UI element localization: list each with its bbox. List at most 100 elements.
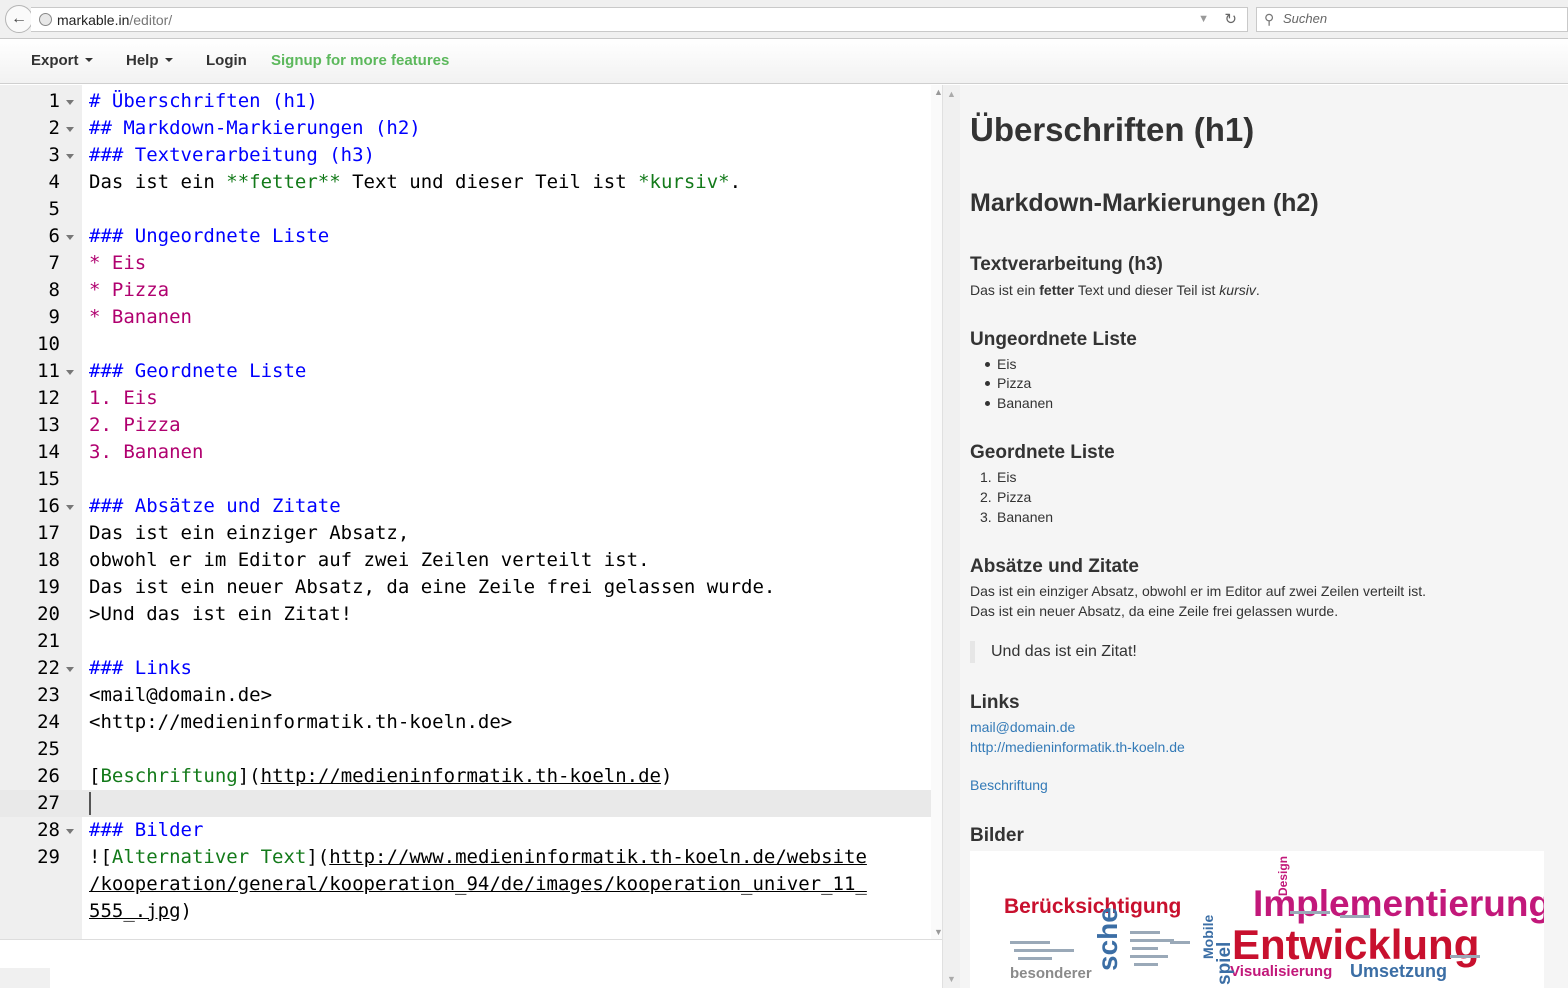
line-number: 22: [37, 657, 60, 679]
list-text: Eis: [997, 469, 1017, 485]
editor-line[interactable]: 27: [0, 790, 931, 817]
line-number: 20: [37, 603, 60, 625]
editor-line[interactable]: 19 Das ist ein neuer Absatz, da eine Zeil…: [0, 574, 931, 601]
fold-arrow-icon[interactable]: [66, 154, 74, 159]
editor-line[interactable]: 6 ### Ungeordnete Liste: [0, 223, 931, 250]
fold-arrow-icon[interactable]: [66, 505, 74, 510]
editor-line[interactable]: 25: [0, 736, 931, 763]
editor-line[interactable]: 23 <mail@domain.de>: [0, 682, 931, 709]
editor-line[interactable]: 11 ### Geordnete Liste: [0, 358, 931, 385]
code-token: ### Textverarbeitung (h3): [89, 144, 375, 166]
line-code[interactable]: 1. Eis: [89, 385, 158, 412]
editor-line[interactable]: /kooperation/general/kooperation_94/de/i…: [0, 871, 931, 898]
line-code[interactable]: 2. Pizza: [89, 412, 181, 439]
line-code[interactable]: Das ist ein einziger Absatz,: [89, 520, 409, 547]
line-code[interactable]: ![Alternativer Text](http://www.medienin…: [89, 844, 867, 871]
line-number: 23: [37, 684, 60, 706]
scroll-up-icon[interactable]: ▲: [947, 89, 956, 99]
line-code[interactable]: ### Geordnete Liste: [89, 358, 306, 385]
line-number: 3: [48, 144, 60, 166]
editor-line[interactable]: 22 ### Links: [0, 655, 931, 682]
preview-h3-absaetze: Absätze und Zitate: [970, 556, 1139, 577]
code-token: [: [89, 765, 101, 787]
code-token: Alternativer Text: [111, 846, 307, 868]
line-code[interactable]: ### Bilder: [89, 817, 203, 844]
line-code[interactable]: * Pizza: [89, 277, 169, 304]
horizontal-scrollbar[interactable]: [0, 968, 50, 988]
editor-line[interactable]: 28 ### Bilder: [0, 817, 931, 844]
editor-line[interactable]: 29 ![Alternativer Text](http://www.medien…: [0, 844, 931, 871]
export-menu[interactable]: Export: [31, 52, 93, 69]
line-code[interactable]: [Beschriftung](http://medieninformatik.t…: [89, 763, 672, 790]
help-menu[interactable]: Help: [126, 52, 173, 69]
line-code[interactable]: ### Ungeordnete Liste: [89, 223, 329, 250]
url-text[interactable]: markable.in/editor/: [57, 12, 172, 28]
editor-line[interactable]: 9 * Bananen: [0, 304, 931, 331]
editor-line[interactable]: 15: [0, 466, 931, 493]
fold-arrow-icon[interactable]: [66, 100, 74, 105]
line-code[interactable]: Das ist ein neuer Absatz, da eine Zeile …: [89, 574, 775, 601]
chevron-down-icon: [164, 58, 173, 63]
editor-line[interactable]: 3 ### Textverarbeitung (h3): [0, 142, 931, 169]
line-code[interactable]: * Eis: [89, 250, 146, 277]
fold-arrow-icon[interactable]: [66, 667, 74, 672]
editor-line[interactable]: 16 ### Absätze und Zitate: [0, 493, 931, 520]
signup-link[interactable]: Signup for more features: [271, 52, 449, 69]
editor-line[interactable]: 26 [Beschriftung](http://medieninformatik…: [0, 763, 931, 790]
line-code[interactable]: ### Links: [89, 655, 192, 682]
line-code[interactable]: * Bananen: [89, 304, 192, 331]
link-beschriftung[interactable]: Beschriftung: [970, 777, 1048, 793]
scroll-down-icon[interactable]: ▼: [947, 974, 956, 984]
line-code[interactable]: >Und das ist ein Zitat!: [89, 601, 352, 628]
fold-arrow-icon[interactable]: [66, 235, 74, 240]
reload-icon[interactable]: ↻: [1224, 10, 1237, 28]
line-code[interactable]: Das ist ein **fetter** Text und dieser T…: [89, 169, 741, 196]
line-code[interactable]: ## Markdown-Markierungen (h2): [89, 115, 421, 142]
line-code[interactable]: /kooperation/general/kooperation_94/de/i…: [89, 871, 867, 898]
editor-line[interactable]: 18 obwohl er im Editor auf zwei Zeilen ve…: [0, 547, 931, 574]
fold-arrow-icon[interactable]: [66, 127, 74, 132]
line-code[interactable]: ### Textverarbeitung (h3): [89, 142, 375, 169]
editor-line[interactable]: 14 3. Bananen: [0, 439, 931, 466]
line-code[interactable]: 555_.jpg): [89, 898, 192, 925]
line-code[interactable]: 3. Bananen: [89, 439, 203, 466]
search-input[interactable]: [1283, 11, 1553, 26]
editor-line[interactable]: 13 2. Pizza: [0, 412, 931, 439]
editor-line[interactable]: 8 * Pizza: [0, 277, 931, 304]
markdown-editor[interactable]: 1 # Überschriften (h1) 2 ## Markdown-Markie…: [0, 85, 946, 939]
browser-search-box[interactable]: ⚲: [1256, 7, 1568, 32]
list-number: 2.: [980, 489, 992, 505]
fold-arrow-icon[interactable]: [66, 829, 74, 834]
code-token: Das ist ein: [89, 171, 227, 193]
line-code[interactable]: # Überschriften (h1): [89, 88, 318, 115]
editor-line[interactable]: 1 # Überschriften (h1): [0, 88, 931, 115]
login-link[interactable]: Login: [206, 52, 247, 69]
link-mail[interactable]: mail@domain.de: [970, 719, 1075, 735]
pane-divider[interactable]: ▲ ▼: [942, 85, 960, 988]
line-code[interactable]: obwohl er im Editor auf zwei Zeilen vert…: [89, 547, 650, 574]
code-token: ### Ungeordnete Liste: [89, 225, 330, 247]
editor-line[interactable]: 24 <http://medieninformatik.th-koeln.de>: [0, 709, 931, 736]
editor-line[interactable]: 17 Das ist ein einziger Absatz,: [0, 520, 931, 547]
editor-line[interactable]: 7 * Eis: [0, 250, 931, 277]
address-bar[interactable]: markable.in/editor/ ▼ ↻: [31, 7, 1248, 32]
editor-line[interactable]: 2 ## Markdown-Markierungen (h2): [0, 115, 931, 142]
fold-arrow-icon[interactable]: [66, 370, 74, 375]
editor-line[interactable]: 10: [0, 331, 931, 358]
text-part: Text und dieser Teil ist: [1074, 282, 1220, 298]
list-number: 1.: [980, 469, 992, 485]
line-code[interactable]: ### Absätze und Zitate: [89, 493, 341, 520]
editor-line[interactable]: 5: [0, 196, 931, 223]
url-dropdown-icon[interactable]: ▼: [1198, 13, 1209, 25]
line-code[interactable]: <mail@domain.de>: [89, 682, 272, 709]
editor-line[interactable]: 21: [0, 628, 931, 655]
editor-line[interactable]: 12 1. Eis: [0, 385, 931, 412]
editor-line[interactable]: 20 >Und das ist ein Zitat!: [0, 601, 931, 628]
blockquote: Und das ist ein Zitat!: [991, 643, 1137, 660]
code-token: ### Geordnete Liste: [89, 360, 307, 382]
line-code[interactable]: <http://medieninformatik.th-koeln.de>: [89, 709, 512, 736]
link-url[interactable]: http://medieninformatik.th-koeln.de: [970, 739, 1185, 755]
editor-line[interactable]: 4 Das ist ein **fetter** Text und dieser …: [0, 169, 931, 196]
editor-line[interactable]: 555_.jpg): [0, 898, 931, 925]
back-arrow-icon[interactable]: ←: [5, 5, 33, 33]
